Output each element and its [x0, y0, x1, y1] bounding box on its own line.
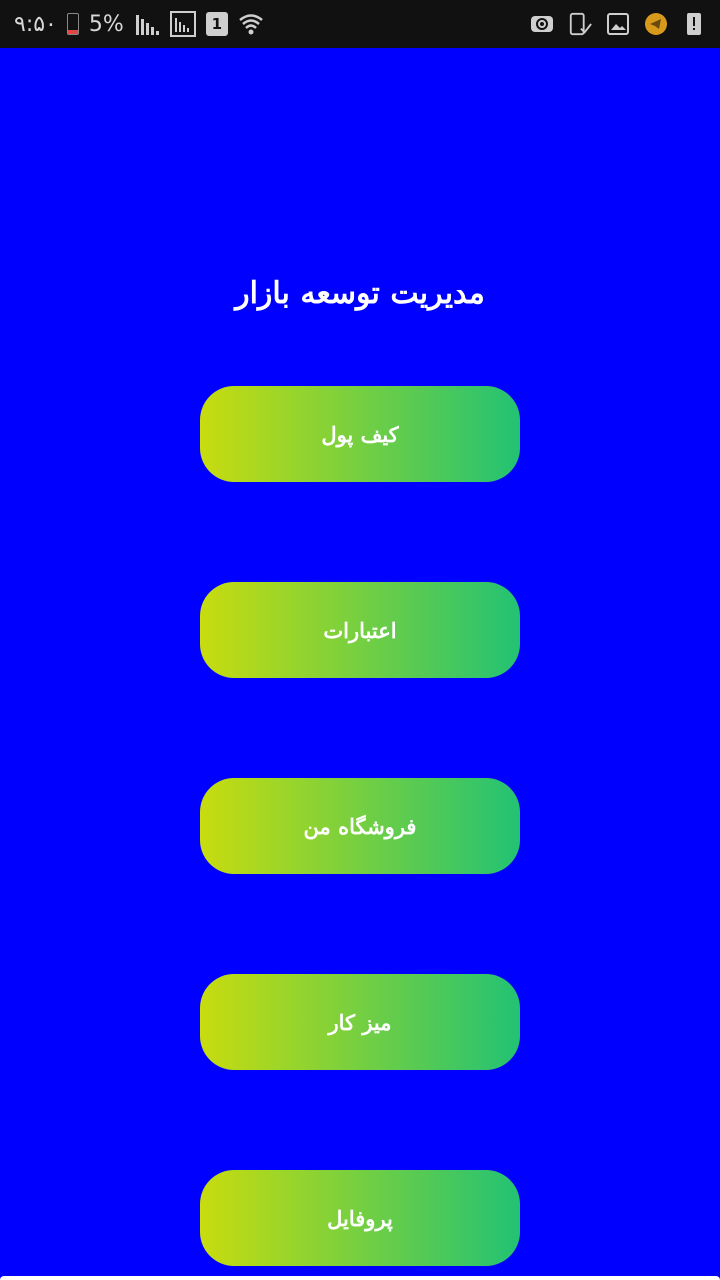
credits-button[interactable]: اعتبارات: [200, 582, 520, 678]
signal-box-icon: [169, 11, 196, 37]
profile-button-label: پروفایل: [327, 1205, 393, 1231]
my-store-button-label: فروشگاه من: [303, 813, 417, 839]
status-bar: ۹:۵۰ 5% 1: [0, 0, 720, 48]
status-bar-right: [530, 0, 706, 48]
status-time: ۹:۵۰: [14, 11, 57, 37]
desk-button[interactable]: میز کار: [200, 974, 520, 1070]
page-title: مدیریت توسعه بازار: [235, 276, 485, 311]
gallery-icon: [606, 13, 630, 35]
signal-icon: [134, 11, 160, 37]
alert-icon: [682, 13, 706, 35]
desk-button-label: میز کار: [328, 1009, 392, 1035]
phone-check-icon: [568, 12, 592, 36]
battery-icon: [66, 13, 79, 35]
credits-button-label: اعتبارات: [323, 617, 397, 643]
telegram-icon: [644, 13, 668, 35]
profile-button[interactable]: پروفایل: [200, 1170, 520, 1266]
email-icon: [530, 13, 554, 35]
my-store-button[interactable]: فروشگاه من: [200, 778, 520, 874]
status-bar-left: ۹:۵۰ 5% 1: [14, 0, 264, 48]
sim-icon: 1: [205, 12, 228, 36]
wallet-button[interactable]: کیف پول: [200, 386, 520, 482]
wifi-icon: [238, 11, 264, 37]
battery-percent: 5%: [88, 11, 124, 37]
bottom-edge: [0, 1276, 720, 1280]
wallet-button-label: کیف پول: [321, 421, 399, 447]
